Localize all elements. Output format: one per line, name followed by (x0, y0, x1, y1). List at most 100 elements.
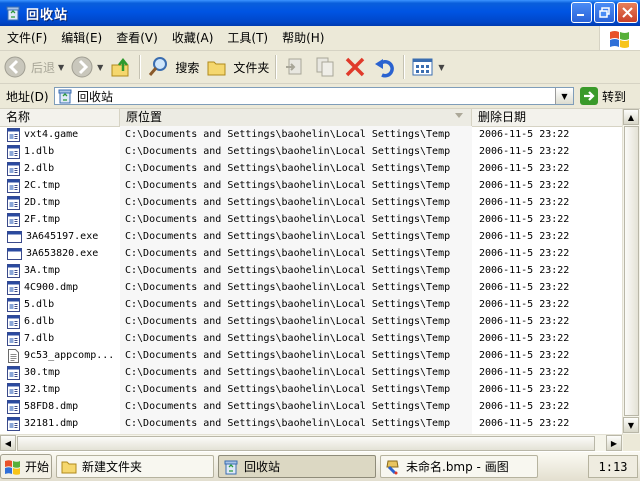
scroll-right-button[interactable]: ▶ (606, 435, 622, 451)
horizontal-scroll-thumb[interactable] (17, 436, 595, 451)
back-dropdown-icon[interactable]: ▼ (58, 63, 64, 72)
menu-bar: 文件(F) 编辑(E) 查看(V) 收藏(A) 工具(T) 帮助(H) (0, 26, 640, 51)
column-header-name[interactable]: 名称 (0, 109, 120, 126)
file-name: 7.dlb (24, 333, 55, 344)
start-button[interactable]: 开始 (0, 454, 52, 479)
file-row[interactable]: 58FD8.dmp C:\Documents and Settings\baohe… (0, 398, 623, 415)
copy-to-button[interactable] (310, 53, 340, 81)
file-date-deleted: 2006-11-5 23:22 (479, 282, 570, 293)
views-dropdown-icon[interactable]: ▼ (438, 63, 444, 72)
exe-file-icon (7, 247, 22, 260)
scroll-down-button[interactable]: ▼ (623, 417, 639, 433)
taskbar-label: 新建文件夹 (82, 460, 143, 474)
column-header-original-location[interactable]: 原位置 (120, 109, 472, 126)
views-button[interactable]: ▼ (408, 53, 447, 81)
forward-button[interactable]: ▼ (67, 53, 106, 81)
delete-button[interactable] (340, 53, 370, 81)
go-button[interactable]: 转到 (580, 87, 626, 105)
file-row[interactable]: vxt4.game C:\Documents and Settings\baohe… (0, 126, 623, 143)
copy-to-icon (316, 57, 334, 77)
file-name: 4C900.dmp (24, 282, 79, 293)
file-row[interactable]: 3A653820.exe C:\Documents and Settings\ba… (0, 245, 623, 262)
menu-view[interactable]: 查看(V) (109, 27, 165, 49)
file-list-view[interactable]: 名称 原位置 删除日期 vxt4.game C:\Documents and Se… (0, 109, 640, 451)
standard-toolbar: 后退 ▼ ▼ 搜索 文件夹 ▼ (0, 51, 640, 84)
dll-file-icon (7, 161, 20, 176)
toolbar-separator (139, 55, 142, 79)
file-date-deleted: 2006-11-5 23:22 (479, 163, 570, 174)
chevron-down-icon: ▼ (561, 91, 568, 101)
file-row[interactable]: 2F.tmp C:\Documents and Settings\baohelin… (0, 211, 623, 228)
title-bar[interactable]: 回收站 (0, 0, 640, 26)
vertical-scrollbar[interactable]: ▲ ▼ (622, 109, 640, 434)
horizontal-scrollbar[interactable]: ◀ ▶ (0, 434, 623, 451)
file-row[interactable]: 2D.tmp C:\Documents and Settings\baohelin… (0, 194, 623, 211)
file-row[interactable]: 9c53_appcomp... C:\Documents and Settings… (0, 347, 623, 364)
file-row[interactable]: 32181.dmp C:\Documents and Settings\baohe… (0, 415, 623, 432)
file-row[interactable]: 3A.tmp C:\Documents and Settings\baohelin… (0, 262, 623, 279)
folders-button[interactable]: 文件夹 (202, 53, 272, 81)
file-name: 30.tmp (24, 367, 61, 378)
views-icon (412, 58, 433, 76)
menu-help[interactable]: 帮助(H) (275, 27, 331, 49)
file-row[interactable]: 32.tmp C:\Documents and Settings\baohelin… (0, 381, 623, 398)
file-original-location: C:\Documents and Settings\baohelin\Local… (125, 367, 451, 378)
file-name-cell: 4C900.dmp (0, 280, 120, 295)
restore-button[interactable] (594, 2, 615, 23)
file-name: 2C.tmp (24, 180, 61, 191)
menu-favorites[interactable]: 收藏(A) (165, 27, 221, 49)
search-button[interactable]: 搜索 (144, 53, 202, 81)
file-row[interactable]: 7.dlb C:\Documents and Settings\baohelin\… (0, 330, 623, 347)
file-row[interactable]: 2C.tmp C:\Documents and Settings\baohelin… (0, 177, 623, 194)
close-button[interactable] (617, 2, 638, 23)
dll-file-icon (7, 331, 20, 346)
file-row[interactable]: 6.dlb C:\Documents and Settings\baohelin\… (0, 313, 623, 330)
file-name-cell: 5.dlb (0, 297, 120, 312)
taskbar-button-recycle-bin[interactable]: 回收站 (218, 455, 376, 478)
back-button[interactable]: 后退 ▼ (0, 53, 67, 81)
forward-dropdown-icon[interactable]: ▼ (97, 63, 103, 72)
menu-edit[interactable]: 编辑(E) (54, 27, 109, 49)
file-name: 9c53_appcomp... (24, 350, 115, 361)
file-original-location: C:\Documents and Settings\baohelin\Local… (125, 299, 451, 310)
menu-file[interactable]: 文件(F) (0, 27, 54, 49)
file-name-cell: 32.tmp (0, 382, 120, 397)
file-row[interactable]: 4C900.dmp C:\Documents and Settings\baohe… (0, 279, 623, 296)
file-original-location: C:\Documents and Settings\baohelin\Local… (125, 146, 451, 157)
taskbar-label: 回收站 (244, 460, 281, 474)
file-name: 32181.dmp (24, 418, 79, 429)
taskbar-button-new-folder[interactable]: 新建文件夹 (56, 455, 214, 478)
file-date-deleted: 2006-11-5 23:22 (479, 197, 570, 208)
minimize-button[interactable] (571, 2, 592, 23)
file-name: vxt4.game (24, 129, 79, 140)
windows-logo (599, 26, 640, 50)
vertical-scroll-thumb[interactable] (624, 126, 639, 416)
file-row[interactable]: 5.dlb C:\Documents and Settings\baohelin\… (0, 296, 623, 313)
file-row[interactable]: 3A645197.exe C:\Documents and Settings\ba… (0, 228, 623, 245)
arrow-right-icon: ▶ (610, 438, 618, 448)
scroll-left-button[interactable]: ◀ (0, 435, 16, 451)
up-folder-button[interactable] (106, 53, 136, 81)
folders-icon (207, 61, 226, 76)
scroll-up-button[interactable]: ▲ (623, 109, 639, 125)
dll-file-icon (7, 314, 20, 329)
file-name: 32.tmp (24, 384, 61, 395)
file-row[interactable]: 2.dlb C:\Documents and Settings\baohelin\… (0, 160, 623, 177)
file-row[interactable]: 1.dlb C:\Documents and Settings\baohelin\… (0, 143, 623, 160)
menu-tools[interactable]: 工具(T) (220, 27, 275, 49)
file-name-cell: 58FD8.dmp (0, 399, 120, 414)
file-name-cell: 2D.tmp (0, 195, 120, 210)
taskbar-button-paint[interactable]: 未命名.bmp - 画图 (380, 455, 538, 478)
file-name-cell: vxt4.game (0, 127, 120, 142)
file-name-cell: 3A645197.exe (0, 230, 120, 244)
delete-x-icon (346, 57, 365, 77)
undo-button[interactable] (370, 53, 400, 81)
move-to-button[interactable] (280, 53, 310, 81)
address-input[interactable]: 回收站 ▼ (54, 87, 574, 105)
address-dropdown-button[interactable]: ▼ (555, 88, 573, 104)
file-name: 2D.tmp (24, 197, 61, 208)
file-row[interactable]: 30.tmp C:\Documents and Settings\baohelin… (0, 364, 623, 381)
arrow-left-icon: ◀ (4, 438, 12, 448)
system-tray-clock[interactable]: 1:13 (588, 455, 638, 478)
column-header-date-deleted[interactable]: 删除日期 (472, 109, 623, 126)
